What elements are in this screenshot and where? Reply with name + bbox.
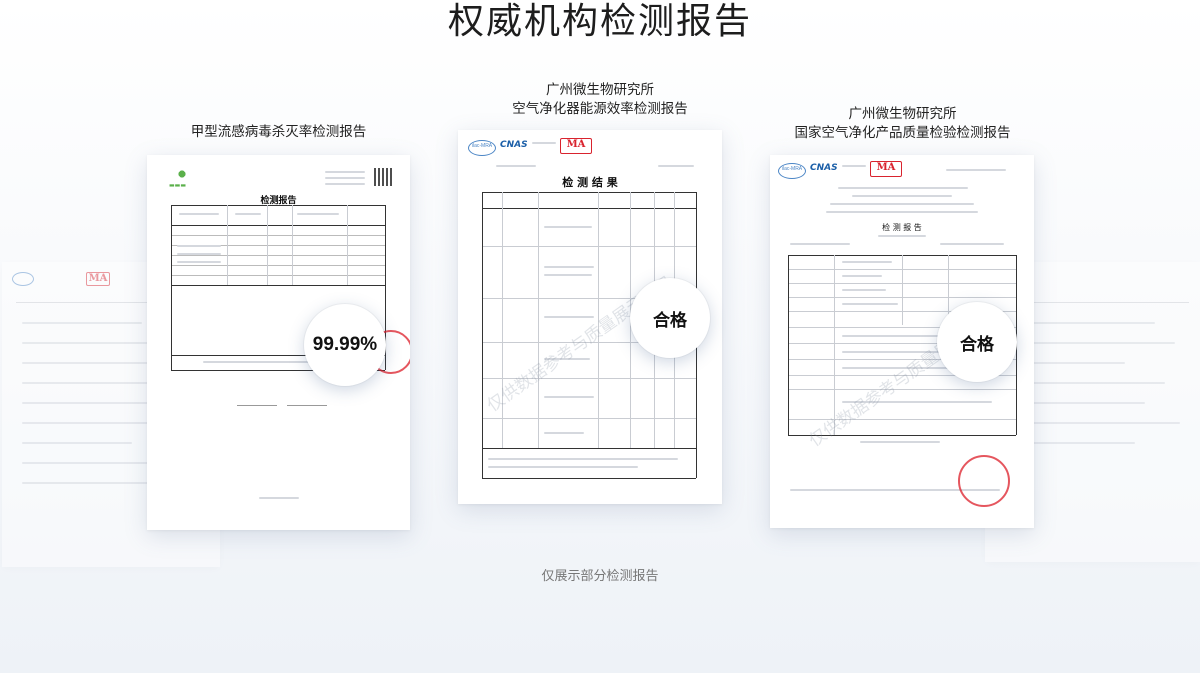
report-caption-3-line-2: 国家空气净化产品质量检验检测报告 <box>794 125 1011 140</box>
report-caption-2: 广州微生物研究所 空气净化器能源效率检测报告 <box>440 80 760 118</box>
qr-code <box>374 168 392 186</box>
institute-logo <box>175 167 189 181</box>
report-caption-2-line-2: 空气净化器能源效率检测报告 <box>512 101 688 116</box>
institute-logo-caption: ▬▬▬ <box>169 182 187 189</box>
result-badge-quality: 合格 <box>937 302 1017 382</box>
institute-seal <box>958 455 1010 507</box>
report-caption-3-line-1: 广州微生物研究所 <box>848 106 957 121</box>
footer-note: 仅展示部分检测报告 <box>541 568 659 583</box>
result-badge-energy-efficiency: 合格 <box>630 278 710 358</box>
ilac-logo <box>12 272 34 286</box>
report-caption-3: 广州微生物研究所 国家空气净化产品质量检验检测报告 <box>760 104 1045 142</box>
cma-logo: MA <box>560 138 592 154</box>
result-badge-kill-rate: 99.99% <box>304 304 386 386</box>
page-title: 权威机构检测报告 <box>447 0 752 41</box>
report-caption-1-line: 甲型流感病毒杀灭率检测报告 <box>190 124 367 139</box>
cma-logo: MA <box>870 161 902 177</box>
document-title: 检 测 报 告 <box>882 223 922 232</box>
report-caption-2-line-1: 广州微生物研究所 <box>546 82 654 97</box>
ilac-mra-logo: ilac-MRA <box>468 140 496 156</box>
ilac-mra-logo: ilac-MRA <box>778 163 806 179</box>
cnas-logo: CNAS <box>810 163 838 173</box>
document-title: 检 测 结 果 <box>562 176 618 189</box>
cnas-logo: CNAS <box>500 140 528 150</box>
report-caption-1: 甲型流感病毒杀灭率检测报告 <box>147 122 410 141</box>
cma-logo: MA <box>86 272 110 286</box>
